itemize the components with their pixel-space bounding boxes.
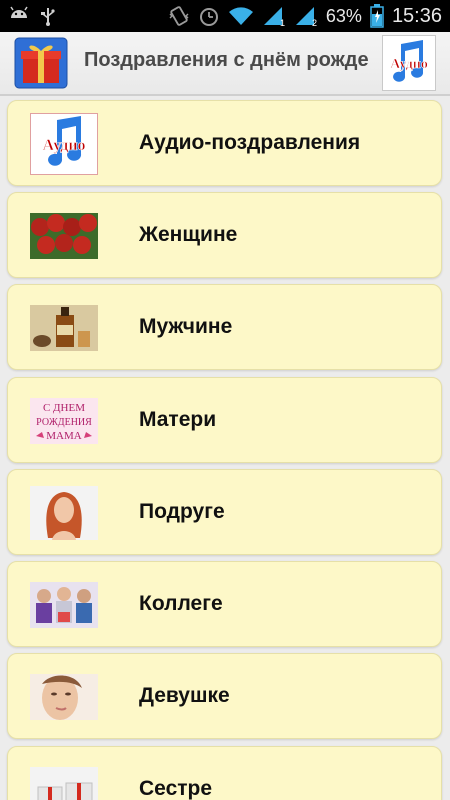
- clock: 15:36: [391, 4, 442, 27]
- colleagues-thumb: [30, 582, 98, 628]
- svg-text:МАМА: МАМА: [46, 430, 82, 442]
- category-list: Аудио Аудио-поздравления Женщине Мужчине…: [0, 96, 450, 800]
- status-bar: 1 2 63% 15:36: [0, 0, 450, 32]
- app-title: Поздравления с днём рожде: [84, 49, 369, 71]
- battery-icon: [370, 4, 384, 28]
- list-item-man[interactable]: Мужчине: [7, 284, 442, 370]
- alarm-icon: [198, 5, 220, 27]
- list-item-girl[interactable]: Девушке: [7, 653, 442, 739]
- svg-text:2: 2: [312, 18, 317, 27]
- list-item-colleague[interactable]: Коллеге: [7, 561, 442, 647]
- usb-icon: [40, 6, 56, 26]
- list-item-girlfriend[interactable]: Подруге: [7, 469, 442, 555]
- audio-thumb: Аудио: [30, 113, 98, 175]
- list-item-sister[interactable]: Сестре: [7, 746, 442, 800]
- svg-text:Аудио: Аудио: [42, 137, 85, 154]
- audio-button[interactable]: Аудио: [382, 35, 436, 91]
- svg-text:Аудио: Аудио: [390, 57, 428, 72]
- whiskey-thumb: [30, 305, 98, 351]
- list-item-audio[interactable]: Аудио Аудио-поздравления: [7, 100, 442, 186]
- gift-box-thumb: [30, 767, 98, 800]
- list-item-label: Подруге: [139, 500, 225, 523]
- svg-text:РОЖДЕНИЯ: РОЖДЕНИЯ: [36, 417, 92, 428]
- svg-text:1: 1: [280, 18, 285, 27]
- signal-1-icon: 1: [262, 5, 286, 27]
- list-item-label: Сестре: [139, 777, 213, 800]
- gift-icon[interactable]: [14, 37, 68, 89]
- girl-face-thumb: [30, 674, 98, 720]
- list-item-label: Коллеге: [139, 592, 223, 615]
- list-item-label: Аудио-поздравления: [139, 131, 361, 154]
- wifi-icon: [228, 6, 254, 26]
- roses-thumb: [30, 213, 98, 259]
- android-icon: [8, 6, 30, 26]
- vibrate-icon: [168, 5, 190, 27]
- list-item-label: Мужчине: [139, 315, 233, 338]
- list-item-label: Женщине: [139, 223, 238, 246]
- svg-text:С ДНЕМ: С ДНЕМ: [43, 402, 85, 414]
- app-bar: Поздравления с днём рожде Аудио: [0, 32, 450, 96]
- list-item-label: Девушке: [139, 684, 230, 707]
- list-item-label: Матери: [139, 408, 217, 431]
- list-item-mother[interactable]: С ДНЕМ РОЖДЕНИЯ МАМА Матери: [7, 377, 442, 463]
- list-item-woman[interactable]: Женщине: [7, 192, 442, 278]
- signal-2-icon: 2: [294, 5, 318, 27]
- battery-percent: 63%: [325, 5, 362, 26]
- woman-portrait-thumb: [30, 486, 98, 540]
- greeting-text-thumb: С ДНЕМ РОЖДЕНИЯ МАМА: [30, 398, 98, 444]
- music-note-icon: Аудио: [390, 40, 428, 82]
